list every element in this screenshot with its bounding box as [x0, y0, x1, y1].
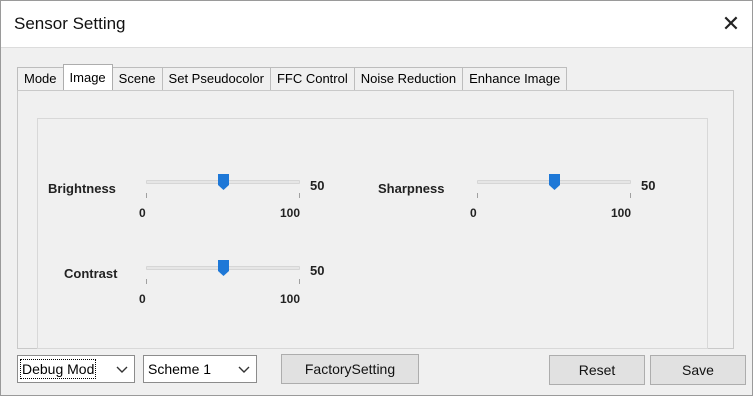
sharpness-label: Sharpness	[378, 181, 445, 196]
brightness-value: 50	[310, 178, 325, 193]
sharpness-slider[interactable]	[477, 174, 631, 198]
sharpness-value: 50	[641, 178, 656, 193]
sharpness-min-tick	[477, 193, 478, 198]
chevron-down-icon	[238, 366, 250, 373]
contrast-max-tick	[299, 279, 300, 284]
brightness-label: Brightness	[48, 181, 116, 196]
brightness-slider[interactable]	[146, 174, 300, 198]
debug-mode-select-value: Debug Mod	[19, 359, 97, 379]
sharpness-min-label: 0	[470, 206, 477, 220]
scheme-select-value: Scheme 1	[148, 361, 212, 377]
tab-image[interactable]: Image	[62, 64, 113, 90]
sharpness-slider-thumb[interactable]	[549, 174, 560, 190]
debug-mode-select[interactable]: Debug Mod	[17, 355, 135, 383]
factory-setting-button[interactable]: FactorySetting	[281, 354, 419, 384]
dialog-title: Sensor Setting	[14, 14, 126, 33]
image-settings-group	[37, 118, 708, 349]
image-tab-panel: Brightness 50 0 100 Sharpness 50 0 100 C…	[17, 90, 734, 349]
scheme-select[interactable]: Scheme 1	[143, 355, 257, 383]
tab-noise-reduction[interactable]: Noise Reduction	[353, 67, 464, 90]
sensor-setting-dialog: Sensor Setting ✕ Mode Image Scene Set Ps…	[0, 0, 753, 396]
close-button[interactable]: ✕	[716, 9, 746, 39]
contrast-min-tick	[146, 279, 147, 284]
tab-scene[interactable]: Scene	[111, 67, 163, 90]
sharpness-max-tick	[630, 193, 631, 198]
title-bar: Sensor Setting ✕	[1, 1, 752, 47]
tab-set-pseudocolor[interactable]: Set Pseudocolor	[161, 67, 271, 90]
close-icon: ✕	[721, 11, 741, 36]
contrast-value: 50	[310, 263, 325, 278]
brightness-slider-thumb[interactable]	[218, 174, 229, 190]
brightness-min-tick	[146, 193, 147, 198]
brightness-min-label: 0	[139, 206, 146, 220]
contrast-max-label: 100	[280, 292, 301, 306]
reset-button[interactable]: Reset	[549, 355, 645, 385]
save-button[interactable]: Save	[650, 355, 746, 385]
brightness-max-tick	[299, 193, 300, 198]
sharpness-max-label: 100	[611, 206, 632, 220]
dialog-body: Mode Image Scene Set Pseudocolor FFC Con…	[1, 47, 752, 395]
contrast-min-label: 0	[139, 292, 146, 306]
tab-enhance-image[interactable]: Enhance Image	[462, 67, 568, 90]
contrast-slider[interactable]	[146, 260, 300, 284]
tab-mode[interactable]: Mode	[17, 67, 64, 90]
tab-ffc-control[interactable]: FFC Control	[269, 67, 355, 90]
contrast-slider-thumb[interactable]	[218, 260, 229, 276]
chevron-down-icon	[116, 366, 128, 373]
brightness-max-label: 100	[280, 206, 301, 220]
contrast-label: Contrast	[64, 266, 118, 281]
tab-strip: Mode Image Scene Set Pseudocolor FFC Con…	[17, 64, 568, 90]
bottom-toolbar: Debug Mod Scheme 1 FactorySetting Reset …	[1, 354, 752, 394]
